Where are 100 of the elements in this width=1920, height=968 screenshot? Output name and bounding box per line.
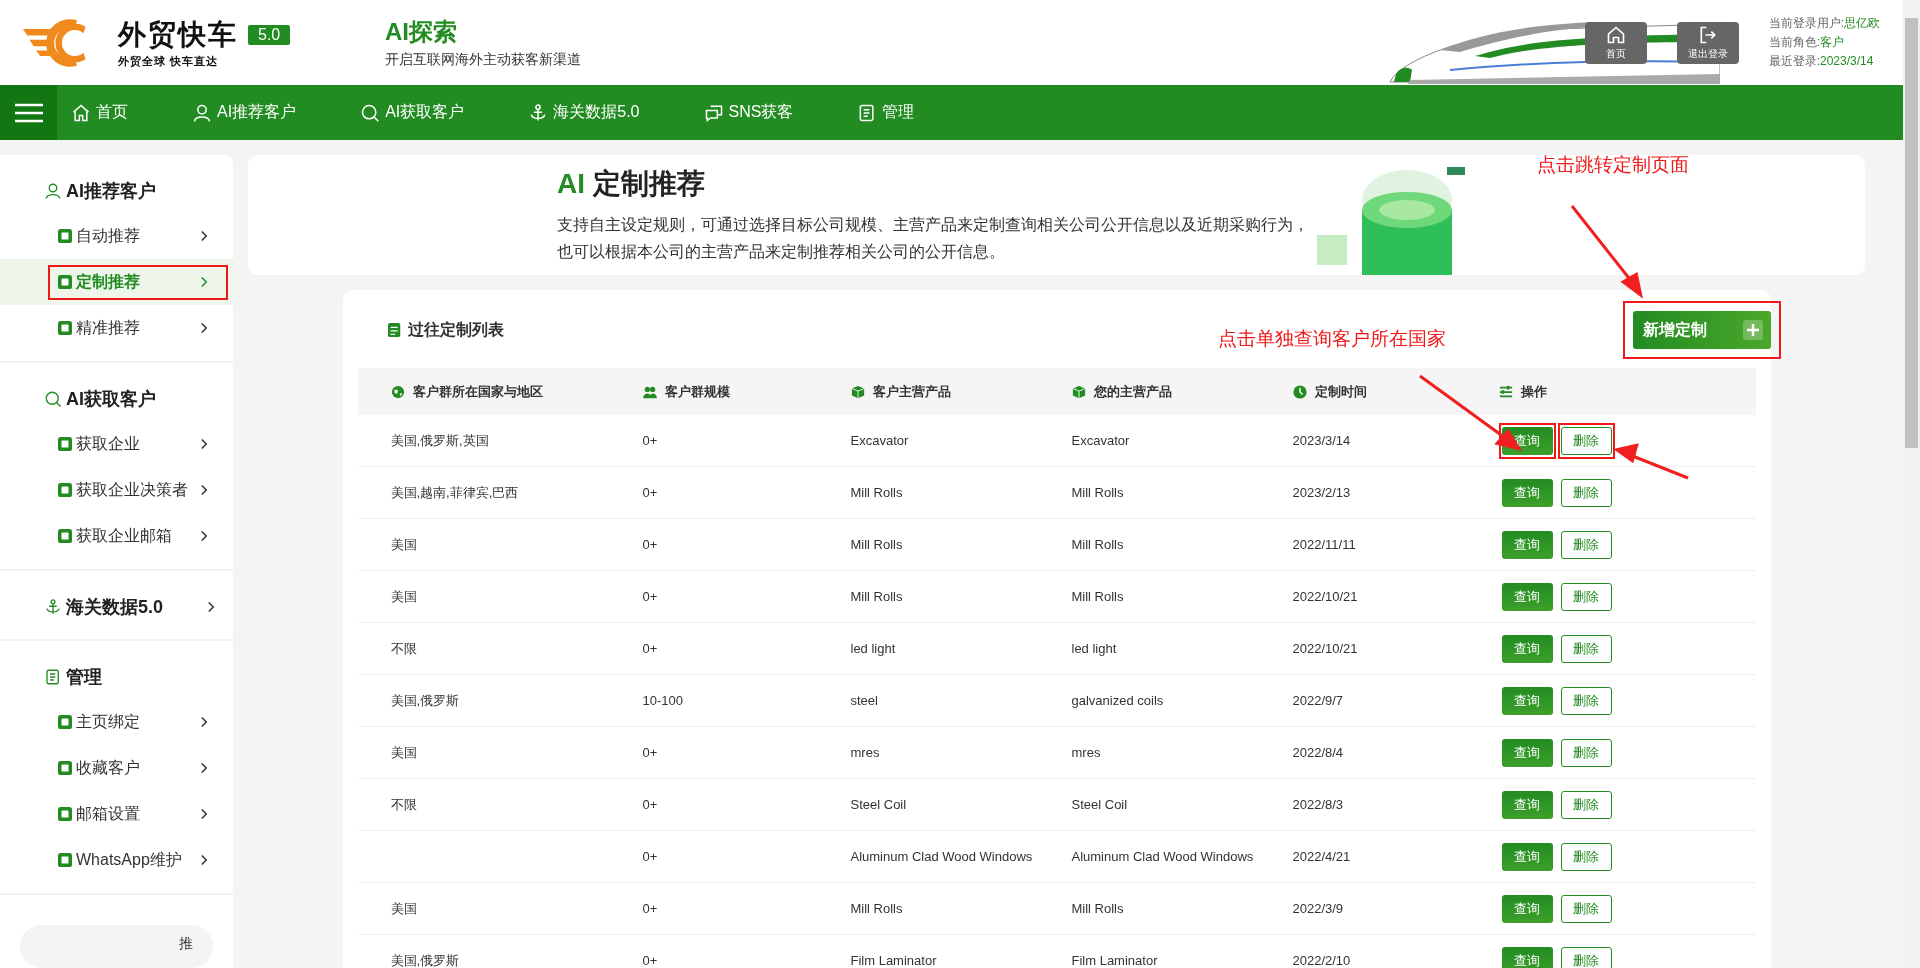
table-cell: 0+ bbox=[642, 901, 658, 916]
list-icon bbox=[44, 668, 62, 686]
sidebar-item-label: 精准推荐 bbox=[76, 317, 140, 338]
table-cell: 2022/10/21 bbox=[1292, 641, 1358, 656]
query-button[interactable]: 查询 bbox=[1501, 530, 1553, 559]
sidebar-item[interactable]: 自动推荐 bbox=[0, 213, 233, 259]
nav-item[interactable]: 管理 bbox=[857, 102, 915, 123]
table-cell: steel bbox=[850, 693, 878, 708]
table-cell: Excavator bbox=[1071, 433, 1130, 448]
table-cell: 0+ bbox=[642, 485, 658, 500]
table-cell: 0+ bbox=[642, 433, 658, 448]
query-button[interactable]: 查询 bbox=[1501, 686, 1553, 715]
sidebar-item[interactable]: 获取企业邮箱 bbox=[0, 513, 233, 559]
user-info-line: 当前角色:客户 bbox=[1768, 34, 1845, 51]
delete-button[interactable]: 删除 bbox=[1560, 582, 1612, 611]
delete-button[interactable]: 删除 bbox=[1560, 634, 1612, 663]
nav-item[interactable]: SNS获客 bbox=[703, 102, 794, 123]
column-header: 客户群规模 bbox=[664, 382, 730, 401]
sidebar-section-title[interactable]: 管理 bbox=[66, 665, 102, 689]
sidebar-item-label: 收藏客户 bbox=[76, 757, 140, 778]
sidebar-item[interactable]: 主页绑定 bbox=[0, 699, 233, 745]
chevron-icon bbox=[200, 530, 208, 542]
sidebar-item[interactable]: 收藏客户 bbox=[0, 745, 233, 791]
table-cell: Film Laminator bbox=[1071, 953, 1158, 968]
nav-item[interactable]: 海关数据5.0 bbox=[528, 102, 640, 123]
annotation-text: 点击单独查询客户所在国家 bbox=[1218, 327, 1446, 351]
delete-button[interactable]: 删除 bbox=[1560, 894, 1612, 923]
query-button[interactable]: 查询 bbox=[1501, 946, 1553, 968]
search-icon bbox=[360, 102, 381, 123]
sidebar-item-label: 定制推荐 bbox=[76, 271, 140, 292]
table-cell: Aluminum Clad Wood Windows bbox=[850, 849, 1033, 864]
delete-button[interactable]: 删除 bbox=[1560, 686, 1612, 715]
sidebar-item-label: 获取企业 bbox=[76, 433, 140, 454]
chevron-icon bbox=[200, 762, 208, 774]
delete-button[interactable]: 删除 bbox=[1560, 842, 1612, 871]
column-header: 操作 bbox=[1520, 382, 1547, 401]
header-button[interactable]: 退出登录 bbox=[1676, 21, 1739, 64]
delete-button[interactable]: 删除 bbox=[1560, 426, 1612, 455]
table-cell: mres bbox=[850, 745, 880, 760]
item-icon bbox=[58, 321, 72, 335]
table-cell: 美国 bbox=[390, 900, 417, 916]
query-button[interactable]: 查询 bbox=[1501, 894, 1553, 923]
delete-button[interactable]: 删除 bbox=[1560, 478, 1612, 507]
chevron-icon bbox=[207, 601, 215, 613]
list-icon bbox=[387, 322, 402, 338]
logo-name: 外贸快车 bbox=[118, 18, 238, 52]
table-cell: Excavator bbox=[850, 433, 909, 448]
chevron-icon bbox=[200, 716, 208, 728]
menu-icon bbox=[14, 102, 43, 123]
item-icon bbox=[58, 275, 72, 289]
delete-button[interactable]: 删除 bbox=[1560, 530, 1612, 559]
query-button[interactable]: 查询 bbox=[1501, 790, 1553, 819]
query-button[interactable]: 查询 bbox=[1501, 478, 1553, 507]
table-cell: galvanized coils bbox=[1071, 693, 1164, 708]
table-cell: 2023/2/13 bbox=[1292, 485, 1351, 500]
nav-item[interactable]: 首页 bbox=[71, 102, 128, 123]
header-button[interactable]: 首页 bbox=[1584, 21, 1647, 64]
query-button[interactable]: 查询 bbox=[1501, 634, 1553, 663]
annotation-text: 点击跳转定制页面 bbox=[1537, 153, 1689, 177]
table-cell: 美国,俄罗斯 bbox=[390, 952, 460, 968]
sliders-icon bbox=[1498, 384, 1513, 399]
column-header: 您的主营产品 bbox=[1093, 382, 1172, 401]
table-cell: Steel Coil bbox=[1071, 797, 1128, 812]
sidebar-item[interactable]: 定制推荐 bbox=[0, 259, 233, 305]
menu-button[interactable] bbox=[0, 85, 57, 140]
user-info-line: 最近登录:2023/3/14 bbox=[1768, 53, 1875, 70]
table-cell: 美国 bbox=[390, 536, 417, 552]
table-cell: Mill Rolls bbox=[1071, 901, 1124, 916]
delete-button[interactable]: 删除 bbox=[1560, 738, 1612, 767]
query-button[interactable]: 查询 bbox=[1501, 842, 1553, 871]
table-cell: Mill Rolls bbox=[1071, 589, 1124, 604]
sidebar-section-title[interactable]: 海关数据5.0 bbox=[66, 595, 164, 619]
table-cell: led light bbox=[850, 641, 896, 656]
sidebar-item[interactable]: 精准推荐 bbox=[0, 305, 233, 351]
nav-item[interactable]: AI获取客户 bbox=[360, 102, 465, 123]
sidebar-item[interactable]: WhatsApp维护 bbox=[0, 837, 233, 883]
box-icon bbox=[850, 384, 865, 399]
table-cell: Mill Rolls bbox=[850, 589, 903, 604]
table-cell: 0+ bbox=[642, 537, 658, 552]
query-button[interactable]: 查询 bbox=[1501, 738, 1553, 767]
query-button[interactable]: 查询 bbox=[1501, 582, 1553, 611]
sidebar-item[interactable]: 获取企业 bbox=[0, 421, 233, 467]
sidebar-item[interactable]: 邮箱设置 bbox=[0, 791, 233, 837]
table-cell: 2022/11/11 bbox=[1292, 537, 1356, 552]
delete-button[interactable]: 删除 bbox=[1560, 946, 1612, 968]
sidebar-section-title[interactable]: AI推荐客户 bbox=[66, 179, 156, 203]
table-cell: 2022/2/10 bbox=[1292, 953, 1351, 968]
nav-item[interactable]: AI推荐客户 bbox=[192, 102, 297, 123]
table-cell: 美国,俄罗斯,英国 bbox=[390, 432, 489, 448]
table-cell: Film Laminator bbox=[850, 953, 937, 968]
item-icon bbox=[58, 483, 72, 497]
sidebar-section-title[interactable]: AI获取客户 bbox=[66, 387, 156, 411]
sidebar-item[interactable]: 获取企业决策者 bbox=[0, 467, 233, 513]
table-cell: 2022/9/7 bbox=[1292, 693, 1344, 708]
table-cell: Mill Rolls bbox=[850, 485, 903, 500]
banner-title: AI 定制推荐 bbox=[557, 167, 706, 201]
table-cell: 2022/10/21 bbox=[1292, 589, 1358, 604]
delete-button[interactable]: 删除 bbox=[1560, 790, 1612, 819]
new-button[interactable]: 新增定制 bbox=[1632, 311, 1771, 349]
chevron-icon bbox=[200, 322, 208, 334]
